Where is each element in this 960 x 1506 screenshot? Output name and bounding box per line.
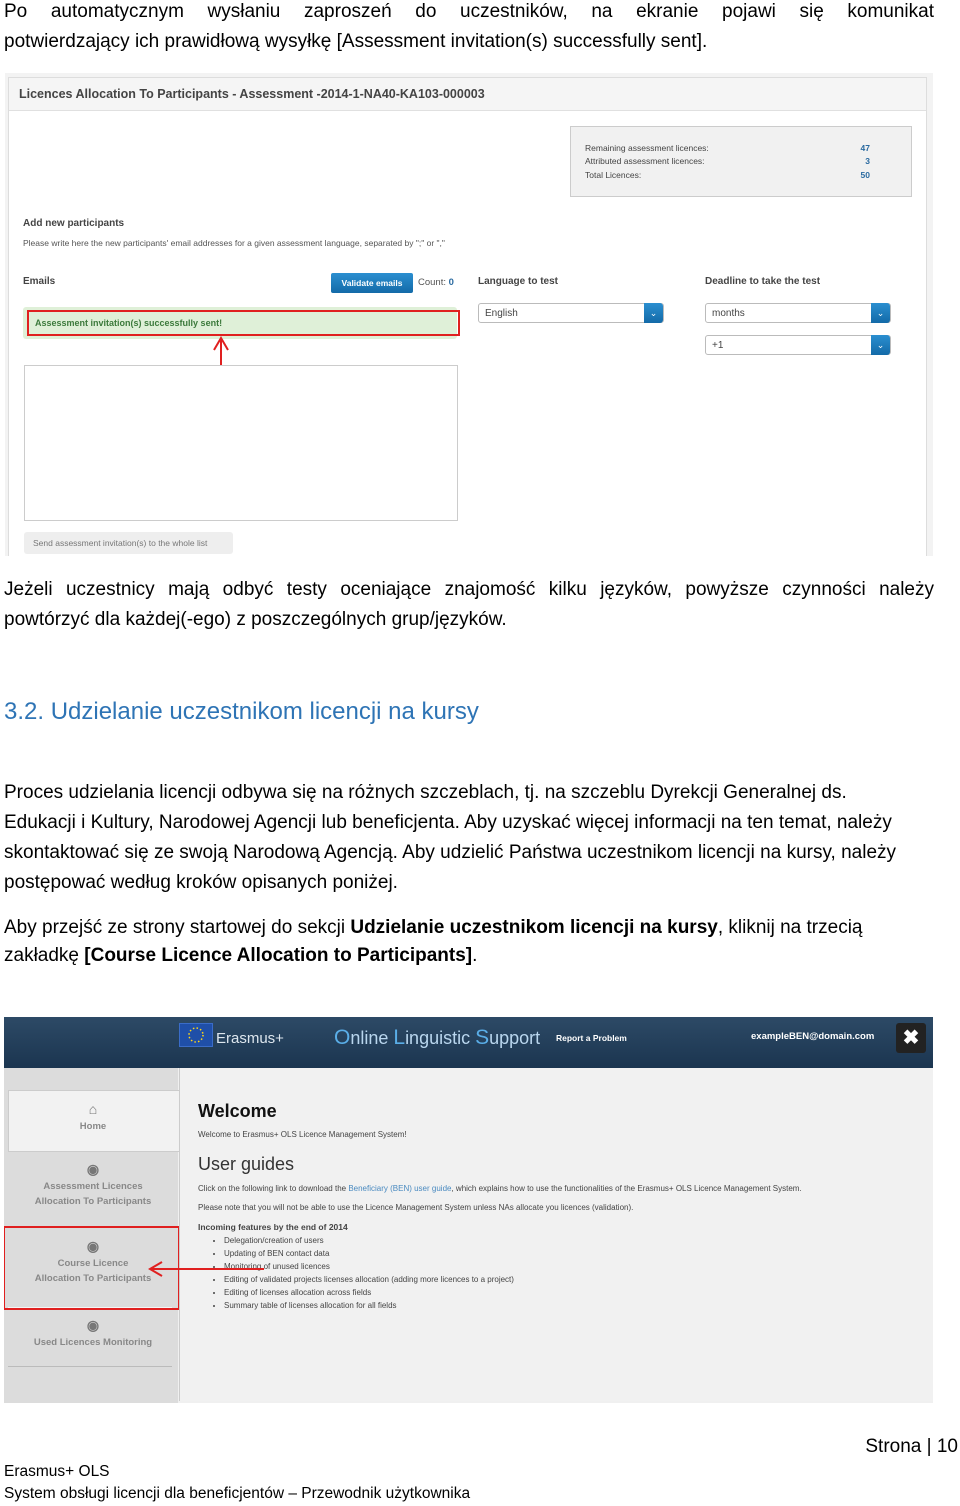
add-participants-heading: Add new participants (23, 218, 125, 229)
eu-flag-icon (179, 1023, 213, 1047)
count-value: 0 (448, 277, 454, 288)
erasmus-brand: Erasmus+ (216, 1030, 284, 1047)
page-label: Strona (865, 1436, 922, 1457)
stat-total: Total Licences: 50 (585, 170, 870, 180)
p4-bold-tab: [Course Licence Allocation to Participan… (84, 945, 473, 966)
panel-title: Licences Allocation To Participants - As… (9, 78, 926, 111)
stat-value: 3 (865, 156, 870, 166)
email-count: Count: 0 (418, 277, 454, 288)
feature-item: Editing of validated projects licenses a… (224, 1273, 514, 1286)
paragraph-2-line-2: powtórzyć dla każdej(-ego) z poszczególn… (4, 609, 507, 630)
deadline-label: Deadline to take the test (705, 276, 821, 287)
app-header: Erasmus+ Online Linguistic Support Repor… (4, 1017, 933, 1068)
intro-line-2: potwierdzający ich prawidłową wysyłkę [A… (4, 31, 708, 52)
home-icon: ⌂ (88, 1101, 98, 1117)
nav-label: Home (79, 1121, 107, 1132)
paragraph-4: Aby przejść ze strony startowej do sekcj… (4, 914, 924, 970)
deadline-amount-select[interactable]: +1 ⌄ (705, 335, 891, 355)
guides-text: Click on the following link to download … (198, 1184, 802, 1193)
language-label: Language to test (478, 276, 559, 287)
language-value: English (485, 308, 518, 319)
user-guide-link[interactable]: Beneficiary (BEN) user guide (348, 1184, 451, 1193)
add-participants-description: Please write here the new participants' … (23, 238, 445, 248)
feature-item: Updating of BEN contact data (224, 1247, 514, 1260)
chevron-down-icon: ⌄ (871, 335, 890, 355)
emails-label: Emails (23, 276, 56, 287)
paragraph-3: Proces udzielania licencji odbywa się na… (4, 782, 897, 893)
send-invitations-button[interactable]: Send assessment invitation(s) to the who… (24, 532, 233, 554)
nav-home[interactable]: ⌂ Home (8, 1102, 178, 1134)
nav-label: Used Licences Monitoring (33, 1337, 153, 1348)
page-number: Strona | 10 (865, 1436, 958, 1457)
ols-home-screenshot: Erasmus+ Online Linguistic Support Repor… (4, 1017, 933, 1403)
footer-line-1: Erasmus+ OLS (4, 1463, 110, 1480)
stat-label: Remaining assessment licences: (585, 143, 709, 153)
feature-item: Monitoring of unused licences (224, 1260, 514, 1273)
title-part: nline (350, 1028, 394, 1048)
count-label: Count: (418, 277, 446, 288)
licences-allocation-screenshot: Licences Allocation To Participants - As… (5, 73, 933, 556)
welcome-title: Welcome (198, 1101, 277, 1121)
nav-divider (8, 1366, 172, 1367)
nav-label: Allocation To Participants (34, 1196, 152, 1207)
page-number-value: 10 (936, 1436, 958, 1457)
title-part: O (334, 1026, 351, 1049)
feature-item: Editing of licenses allocation across fi… (224, 1286, 514, 1299)
award-icon: ◉ (86, 1161, 100, 1177)
user-email[interactable]: exampleBEN@domain.com (751, 1031, 874, 1042)
intro-paragraph: Po automatycznym wysłaniu zaproszeń do u… (4, 0, 934, 57)
p4-text: . (472, 945, 478, 966)
note-text: Please note that you will not be able to… (198, 1203, 634, 1212)
feature-item: Summary table of licenses allocation for… (224, 1299, 514, 1312)
success-alert-text: Assessment invitation(s) successfully se… (27, 310, 460, 336)
stat-label: Attributed assessment licences: (585, 156, 705, 166)
validate-emails-button[interactable]: Validate emails (331, 273, 413, 293)
success-alert: Assessment invitation(s) successfully se… (23, 307, 460, 339)
paragraph-2: Jeżeli uczestnicy mają odbyć testy oceni… (4, 575, 934, 635)
footer-line-2: System obsługi licencji dla beneficjentó… (4, 1485, 471, 1502)
features-title: Incoming features by the end of 2014 (198, 1222, 348, 1232)
stat-value: 47 (860, 143, 870, 153)
emails-textarea[interactable] (24, 365, 458, 521)
nav-assessment-licences[interactable]: ◉ Assessment Licences Allocation To Partic… (8, 1162, 178, 1209)
stat-label: Total Licences: (585, 170, 642, 180)
title-part: L (393, 1026, 406, 1049)
chevron-down-icon: ⌄ (644, 303, 663, 323)
stat-value: 50 (860, 170, 870, 180)
title-part: inguistic (405, 1028, 476, 1048)
section-heading: 3.2. Udzielanie uczestnikom licencji na … (4, 698, 479, 725)
guides-title: User guides (198, 1154, 295, 1174)
title-part: upport (489, 1028, 541, 1048)
red-arrow-left-annotation (148, 1261, 264, 1277)
stat-attributed: Attributed assessment licences: 3 (585, 156, 870, 166)
deadline-unit-select[interactable]: months ⌄ (705, 303, 891, 323)
welcome-content: Welcome Welcome to Erasmus+ OLS Licence … (179, 1068, 933, 1401)
app-title: Online Linguistic Support (334, 1026, 540, 1050)
intro-line-1: Po automatycznym wysłaniu zaproszeń do u… (4, 1, 934, 22)
language-select[interactable]: English ⌄ (478, 303, 664, 323)
p4-text: Aby przejść ze strony startowej do sekcj… (4, 917, 351, 938)
deadline-amount-value: +1 (712, 340, 724, 351)
award-icon: ◉ (86, 1317, 100, 1333)
feature-item: Delegation/creation of users (224, 1234, 514, 1247)
close-icon[interactable]: ✖ (896, 1023, 926, 1053)
title-part: S (475, 1026, 490, 1049)
paragraph-2-line-1: Jeżeli uczestnicy mają odbyć testy oceni… (4, 579, 934, 600)
nav-used-licences[interactable]: ◉ Used Licences Monitoring (8, 1318, 178, 1350)
nav-label: Assessment Licences (43, 1181, 143, 1192)
guides-text-part: Click on the following link to download … (198, 1184, 349, 1193)
welcome-text: Welcome to Erasmus+ OLS Licence Manageme… (198, 1130, 407, 1139)
p4-bold-section: Udzielanie uczestnikom licencji na kursy (350, 917, 718, 938)
allocation-panel: Licences Allocation To Participants - As… (8, 77, 927, 556)
report-problem-link[interactable]: Report a Problem (556, 1033, 627, 1043)
licence-stats-box: Remaining assessment licences: 47 Attribu… (570, 126, 912, 197)
guides-text-part: , which explains how to use the function… (451, 1184, 802, 1193)
stat-remaining: Remaining assessment licences: 47 (585, 143, 870, 153)
deadline-unit-value: months (712, 308, 745, 319)
chevron-down-icon: ⌄ (871, 303, 890, 323)
